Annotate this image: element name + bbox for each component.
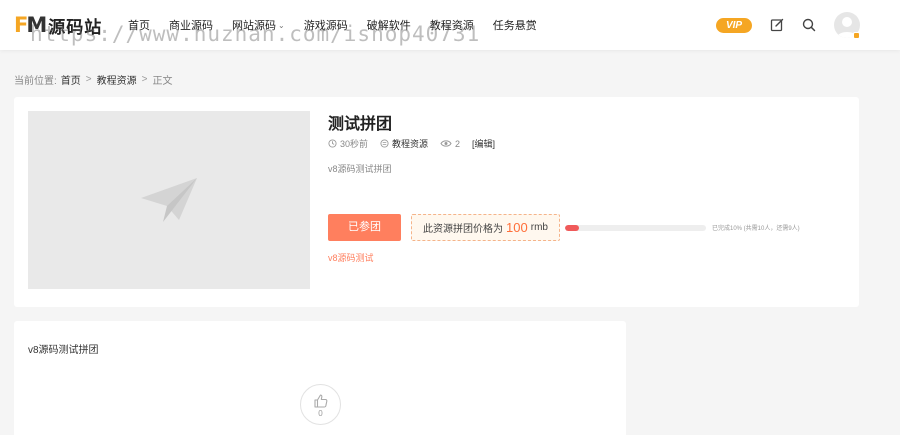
price-value: 100 xyxy=(506,220,528,235)
breadcrumb-category[interactable]: 教程资源 xyxy=(97,72,137,87)
category-icon xyxy=(380,139,389,148)
main-nav: 首页 商业源码 网站源码 ⌄ 游戏源码 破解软件 教程资源 任务悬赏 xyxy=(128,0,556,50)
price-prefix: 此资源拼团价格为 xyxy=(423,224,504,235)
nav-item-website-source[interactable]: 网站源码 ⌄ xyxy=(232,17,285,33)
vip-badge[interactable]: VIP xyxy=(716,18,752,33)
like-button[interactable]: 0 xyxy=(300,384,341,425)
site-header: FM 源码站 首页 商业源码 网站源码 ⌄ 游戏源码 破解软件 教程资源 任务悬赏… xyxy=(0,0,900,50)
breadcrumb-prefix: 当前位置: xyxy=(14,76,57,87)
avatar-status-badge xyxy=(853,32,860,39)
edit-post-link[interactable]: [编辑] xyxy=(472,137,495,150)
like-count: 0 xyxy=(318,409,323,418)
post-tagline: v8源码测试 xyxy=(328,253,374,263)
group-progress-fill xyxy=(565,225,580,231)
post-content-text: v8源码测试拼团 xyxy=(28,345,99,356)
breadcrumb-home[interactable]: 首页 xyxy=(61,72,81,87)
eye-icon xyxy=(440,140,452,147)
search-icon[interactable] xyxy=(801,17,817,33)
chevron-down-icon: ⌄ xyxy=(278,20,285,30)
group-price-box: 此资源拼团价格为 100 rmb xyxy=(411,214,560,241)
nav-item-home[interactable]: 首页 xyxy=(128,17,150,33)
post-category[interactable]: 教程资源 xyxy=(380,137,428,150)
nav-item-bounty[interactable]: 任务悬赏 xyxy=(493,17,537,33)
paper-plane-icon xyxy=(141,178,197,222)
site-logo[interactable]: FM 源码站 xyxy=(14,13,102,37)
nav-item-commercial-source[interactable]: 商业源码 xyxy=(169,17,213,33)
breadcrumb-separator: > xyxy=(141,74,148,85)
breadcrumb-current: 正文 xyxy=(152,76,173,87)
post-content-card: v8源码测试拼团 0 xyxy=(14,321,626,435)
edit-icon[interactable] xyxy=(769,17,785,33)
post-title: 测试拼团 xyxy=(328,116,393,133)
post-meta: 30秒前 教程资源 2 [编辑] xyxy=(328,137,495,150)
group-progress-bar xyxy=(565,225,706,231)
post-excerpt: v8源码测试拼团 xyxy=(328,164,392,174)
post-views: 2 xyxy=(440,139,460,149)
nav-item-tutorials[interactable]: 教程资源 xyxy=(430,17,474,33)
logo-mark: FM xyxy=(14,13,47,37)
joined-group-button[interactable]: 已参团 xyxy=(328,214,401,241)
breadcrumb: 当前位置: 首页 > 教程资源 > 正文 xyxy=(14,72,172,87)
group-progress-text: 已完成10% (共需10人，还需9人) xyxy=(712,226,800,232)
nav-item-game-source[interactable]: 游戏源码 xyxy=(304,17,348,33)
post-thumbnail[interactable] xyxy=(28,111,310,289)
breadcrumb-separator: > xyxy=(85,74,92,85)
price-unit: rmb xyxy=(530,222,548,233)
clock-icon xyxy=(328,139,337,148)
thumbs-up-icon xyxy=(314,394,328,408)
post-header-card: 测试拼团 30秒前 教程资源 2 [编辑] v8源码测试拼团 已参团 此资源拼团… xyxy=(14,97,859,307)
logo-text: 源码站 xyxy=(48,17,103,37)
nav-item-cracked-software[interactable]: 破解软件 xyxy=(367,17,411,33)
post-time: 30秒前 xyxy=(328,137,368,150)
